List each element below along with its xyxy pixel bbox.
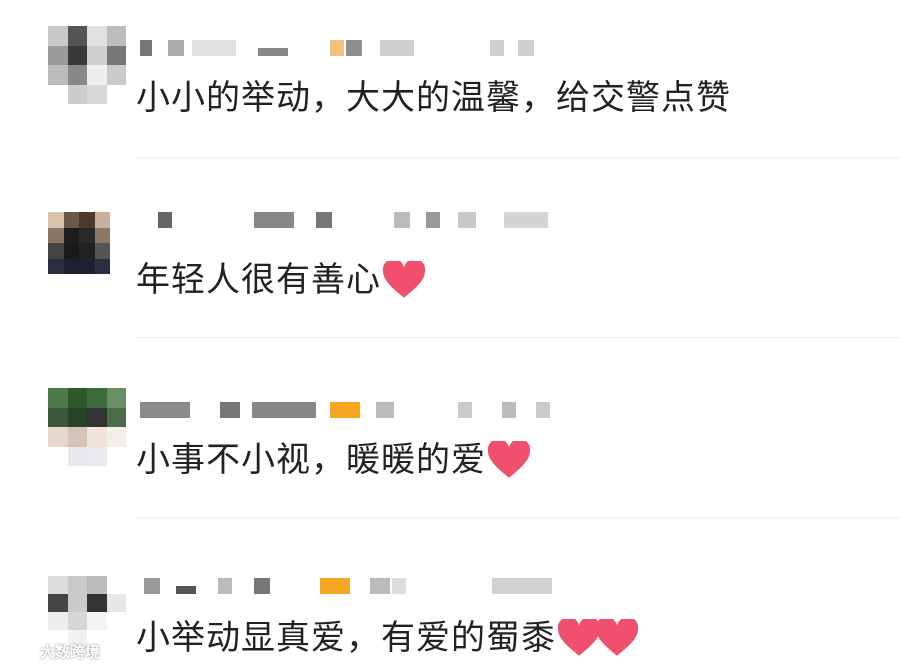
comment-item: 小举动显真爱，有爱的蜀黍: [0, 518, 900, 668]
comment-text-label: 小举动显真爱，有爱的蜀黍: [136, 618, 556, 658]
avatar[interactable]: [48, 212, 110, 274]
comment-item: 小小的举动，大大的温馨，给交警点赞: [0, 0, 900, 158]
avatar[interactable]: [48, 388, 126, 466]
heart-emoji-icon: [596, 619, 638, 656]
comment-text-label: 小事不小视，暖暖的爱: [136, 440, 486, 480]
watermark-logo-icon: [6, 644, 34, 659]
username-blurred[interactable]: [140, 212, 560, 228]
avatar[interactable]: [48, 576, 126, 648]
comment-item: 年轻人很有善心: [0, 158, 900, 338]
comment-item: 小事不小视，暖暖的爱: [0, 338, 900, 518]
comment-text: 小小的举动，大大的温馨，给交警点赞: [136, 78, 731, 118]
username-blurred[interactable]: [140, 402, 560, 418]
heart-emoji-icon: [558, 619, 600, 656]
heart-emoji-icon: [383, 261, 425, 298]
watermark: 大数跨境: [6, 641, 100, 662]
heart-emoji-icon: [488, 441, 530, 478]
comment-text-label: 年轻人很有善心: [136, 260, 381, 300]
username-blurred[interactable]: [140, 578, 560, 594]
username-blurred[interactable]: [140, 40, 560, 56]
watermark-text: 大数跨境: [40, 643, 101, 661]
avatar[interactable]: [48, 26, 126, 104]
comment-text: 年轻人很有善心: [136, 260, 425, 300]
comment-text: 小举动显真爱，有爱的蜀黍: [136, 618, 638, 658]
comment-text: 小事不小视，暖暖的爱: [136, 440, 530, 480]
